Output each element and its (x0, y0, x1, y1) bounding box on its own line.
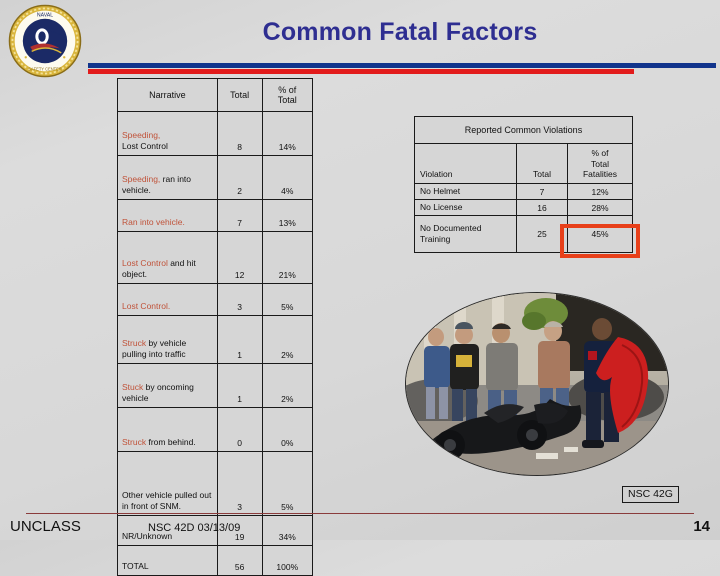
narrative-pct: 4% (261, 155, 314, 200)
narrative-description: Lost Control. (117, 283, 218, 316)
narrative-total: 0 (216, 407, 263, 452)
table-row: Lost Control. 3 5% (117, 283, 314, 316)
table-row: Struck by vehicle pulling into traffic 1 2… (117, 315, 314, 364)
violations-header-total: Total (516, 143, 568, 184)
table-row: Other vehicle pulled out in front of SNM… (117, 451, 314, 516)
table-row: No License 16 28% (414, 199, 633, 217)
narrative-description: Struck by vehicle pulling into traffic (117, 315, 218, 364)
narrative-description-rest: from behind. (146, 437, 196, 448)
svg-text:NAVAL: NAVAL (37, 13, 53, 19)
table-row: Struck from behind. 0 0% (117, 407, 314, 452)
narrative-pct: 2% (261, 363, 314, 408)
slide-canvas: NAVAL SAFETY CENTER Common Fatal Factors… (0, 0, 720, 576)
svg-text:SAFETY CENTER: SAFETY CENTER (28, 67, 62, 72)
violations-title-row: Reported Common Violations (414, 116, 633, 144)
narrative-pct: 2% (261, 315, 314, 364)
crash-scene-photo (405, 292, 669, 476)
narrative-total: 12 (216, 231, 263, 284)
page-number: 14 (693, 518, 710, 535)
footer-reference: NSC 42D 03/13/09 (148, 522, 241, 534)
title-rule-blue (88, 63, 716, 68)
narrative-description: TOTAL (117, 545, 218, 576)
narrative-keyword: Lost Control (122, 258, 168, 269)
narrative-keyword: Ran into vehicle. (122, 217, 185, 228)
office-tag: NSC 42G (622, 486, 679, 503)
table-row: Speeding, ran into vehicle. 2 4% (117, 155, 314, 200)
narrative-description: Speeding, Lost Control (117, 111, 218, 156)
narrative-keyword: Speeding, (122, 130, 161, 141)
page-title: Common Fatal Factors (262, 18, 538, 46)
table-row: No Documented Training 25 45% (414, 215, 633, 254)
narrative-description-rest: Other vehicle pulled out in front of SNM… (122, 490, 212, 512)
narrative-keyword: Speeding, (122, 174, 161, 185)
narrative-keyword: Struck (122, 437, 147, 448)
narrative-total: 1 (216, 315, 263, 364)
narrative-header-pct: % of Total (261, 78, 314, 112)
narrative-total: 56 (216, 545, 263, 576)
photo-illustration (406, 293, 668, 475)
violation-total: 7 (516, 182, 568, 201)
photo-oval-mask (405, 292, 669, 476)
violations-header-pct-line-2: Total (591, 158, 609, 169)
table-row: Speeding, Lost Control 8 14% (117, 111, 314, 156)
violation-name: No Helmet (414, 182, 517, 201)
narrative-pct: 34% (261, 515, 314, 546)
narrative-total: 3 (216, 283, 263, 316)
narrative-keyword: Lost Control. (122, 301, 171, 312)
table-row: TOTAL 56 100% (117, 545, 314, 576)
violation-name: No Documented Training (414, 215, 517, 254)
narrative-keyword: Struck (122, 338, 147, 349)
naval-safety-center-seal-icon: NAVAL SAFETY CENTER (8, 4, 82, 78)
narrative-keyword: Stuck (122, 382, 144, 393)
violation-pct: 28% (567, 199, 633, 217)
narrative-pct: 14% (261, 111, 314, 156)
classification-marking: UNCLASS (10, 518, 81, 535)
narrative-description: Struck from behind. (117, 407, 218, 452)
violations-table: Reported Common Violations Violation Tot… (414, 116, 633, 254)
footer-divider (26, 513, 694, 514)
narrative-description: Speeding, ran into vehicle. (117, 155, 218, 200)
narrative-description: Stuck by oncoming vehicle (117, 363, 218, 408)
narrative-pct: 100% (261, 545, 314, 576)
narrative-total: 8 (216, 111, 263, 156)
narrative-description-rest: Lost Control (122, 141, 168, 152)
narrative-description: Lost Control and hit object. (117, 231, 218, 284)
narrative-header-total: Total (216, 78, 263, 112)
violation-total: 16 (516, 199, 568, 217)
table-row: Ran into vehicle. 7 13% (117, 199, 314, 232)
narrative-pct: 5% (261, 451, 314, 516)
narrative-description-rest: TOTAL (122, 561, 149, 572)
narrative-pct: 0% (261, 407, 314, 452)
narrative-pct: 21% (261, 231, 314, 284)
narrative-table: Narrative Total% of Total Speeding, Lost Con… (117, 78, 314, 576)
narrative-description: Ran into vehicle. (117, 199, 218, 232)
violation-pct: 12% (567, 182, 633, 201)
violation-pct: 45% (567, 215, 633, 254)
violations-header-row: Violation Total % of Total Fatalities (414, 143, 633, 184)
violation-total: 25 (516, 215, 568, 254)
narrative-total: 1 (216, 363, 263, 408)
violations-header-pct-line-1: % of (591, 148, 609, 159)
narrative-total: 3 (216, 451, 263, 516)
violations-header-pct: % of Total Fatalities (567, 143, 633, 184)
violation-name: No License (414, 199, 517, 217)
table-row: No Helmet 7 12% (414, 182, 633, 201)
narrative-total: 2 (216, 155, 263, 200)
table-row: Lost Control and hit object. 12 21% (117, 231, 314, 284)
violations-title: Reported Common Violations (414, 116, 633, 144)
table-row: Stuck by oncoming vehicle 1 2% (117, 363, 314, 408)
narrative-description: Other vehicle pulled out in front of SNM… (117, 451, 218, 516)
violations-header-violation: Violation (414, 143, 517, 184)
narrative-pct: 13% (261, 199, 314, 232)
narrative-header-row: Narrative Total% of Total (117, 78, 314, 112)
narrative-header-narrative: Narrative (117, 78, 218, 112)
narrative-total: 7 (216, 199, 263, 232)
narrative-pct: 5% (261, 283, 314, 316)
title-rule-red (88, 69, 634, 74)
violations-header-pct-line-3: Fatalities (582, 169, 617, 180)
